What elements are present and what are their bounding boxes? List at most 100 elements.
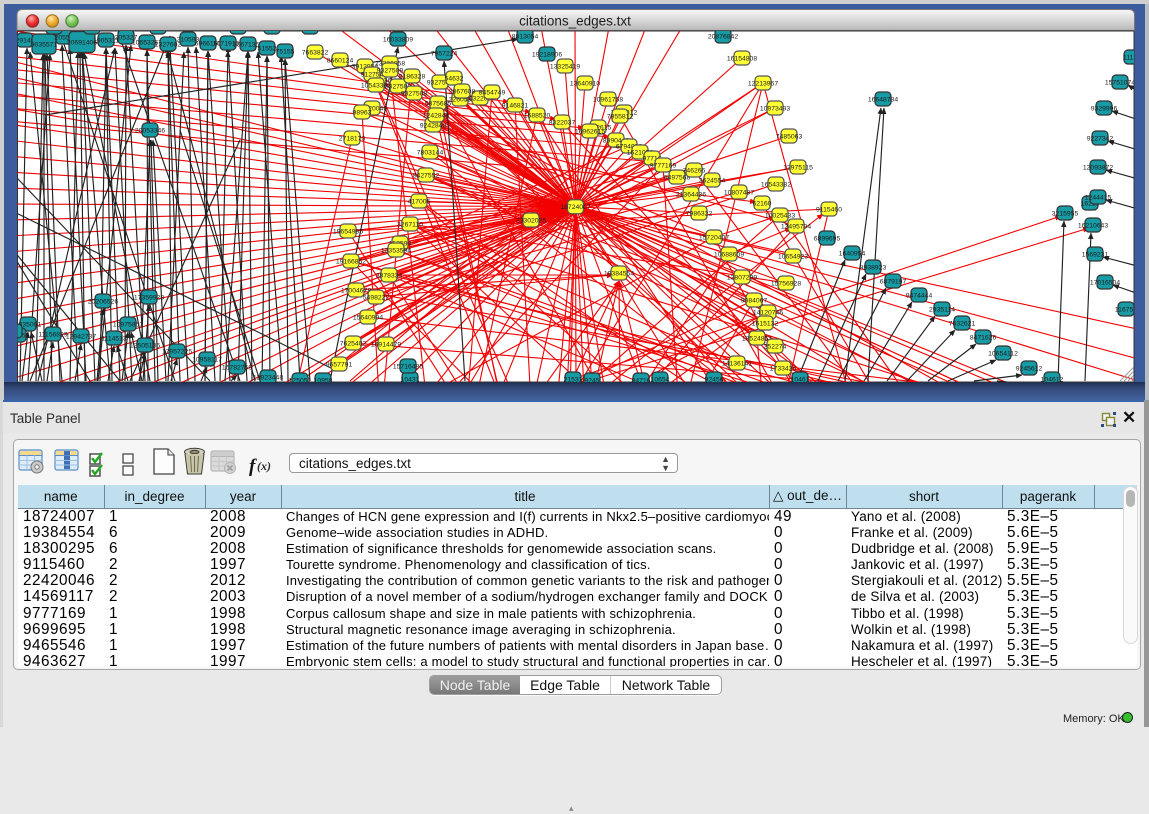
- svg-text:5498222: 5498222: [363, 295, 390, 302]
- svg-text:f: f: [249, 456, 257, 477]
- svg-text:2718170: 2718170: [339, 136, 366, 143]
- svg-text:12923448: 12923448: [253, 375, 283, 382]
- svg-text:8454749: 8454749: [479, 90, 506, 97]
- svg-text:10654923: 10654923: [778, 254, 808, 261]
- svg-text:9146821: 9146821: [502, 103, 529, 110]
- svg-text:8471626: 8471626: [970, 335, 997, 342]
- svg-text:17016504: 17016504: [1090, 280, 1120, 287]
- svg-text:746266: 746266: [683, 168, 706, 175]
- svg-text:9327508: 9327508: [401, 91, 428, 98]
- svg-text:9242848: 9242848: [420, 123, 447, 130]
- svg-text:7957224: 7957224: [431, 51, 458, 58]
- svg-text:18724007: 18724007: [560, 204, 590, 211]
- svg-text:17004678: 17004678: [341, 288, 371, 295]
- svg-text:9084067: 9084067: [741, 298, 768, 305]
- svg-text:98963: 98963: [353, 110, 372, 117]
- svg-text:15756928: 15756928: [771, 281, 801, 288]
- svg-text:1640954: 1640954: [839, 251, 866, 258]
- svg-text:16210643: 16210643: [1078, 223, 1108, 230]
- svg-text:14136141: 14136141: [722, 361, 752, 368]
- svg-text:23302025: 23302025: [516, 218, 546, 225]
- svg-text:252274: 252274: [764, 344, 787, 351]
- svg-text:9245612: 9245612: [1016, 366, 1043, 373]
- svg-text:15716485: 15716485: [393, 364, 423, 371]
- svg-text:8938923: 8938923: [860, 265, 887, 272]
- svg-text:13353594: 13353594: [381, 248, 411, 255]
- svg-text:10958117: 10958117: [192, 357, 222, 364]
- svg-text:9115460: 9115460: [816, 207, 842, 214]
- svg-text:10654112: 10654112: [988, 351, 1018, 358]
- svg-text:7803144: 7803144: [417, 150, 444, 157]
- svg-text:21364436: 21364436: [676, 192, 706, 199]
- svg-text:19218906: 19218906: [532, 52, 562, 59]
- svg-text:13640910: 13640910: [570, 81, 600, 88]
- svg-text:1569231: 1569231: [1082, 252, 1109, 259]
- svg-text:19384554: 19384554: [604, 271, 634, 278]
- svg-text:9329996: 9329996: [1091, 106, 1118, 113]
- svg-text:54632: 54632: [445, 76, 464, 83]
- svg-text:10543362: 10543362: [361, 83, 391, 90]
- svg-text:3878334: 3878334: [376, 273, 403, 280]
- svg-text:3215955: 3215955: [1052, 211, 1079, 218]
- svg-text:16782759: 16782759: [222, 365, 252, 372]
- svg-text:9777169: 9777169: [650, 163, 677, 170]
- svg-text:7955812: 7955812: [607, 114, 634, 121]
- svg-text:10807487: 10807487: [724, 190, 754, 197]
- svg-text:12093872: 12093872: [1083, 165, 1113, 172]
- svg-text:7632621: 7632621: [949, 321, 976, 328]
- svg-text:10025433: 10025433: [765, 213, 795, 220]
- svg-text:13807299: 13807299: [727, 275, 757, 282]
- svg-text:10975857: 10975857: [113, 322, 143, 329]
- svg-text:9227342: 9227342: [1087, 136, 1114, 143]
- svg-text:1244415: 1244415: [1085, 195, 1112, 202]
- svg-text:citations_edges.txt: citations_edges.txt: [519, 14, 631, 29]
- svg-text:11156829: 11156829: [38, 332, 67, 339]
- svg-text:6899695: 6899695: [814, 236, 841, 243]
- svg-text:1114513: 1114513: [101, 336, 127, 343]
- svg-text:8427552: 8427552: [413, 173, 440, 180]
- svg-text:12505135: 12505135: [130, 343, 160, 350]
- svg-text:17359928: 17359928: [134, 295, 164, 302]
- svg-text:17957225: 17957225: [162, 349, 192, 356]
- svg-text:8186328: 8186328: [399, 74, 426, 81]
- svg-text:7625402: 7625402: [340, 341, 367, 348]
- svg-text:15751074: 15751074: [1105, 80, 1135, 87]
- svg-text:1588520: 1588520: [524, 113, 551, 120]
- svg-text:10961758: 10961758: [593, 97, 623, 104]
- svg-text:2867608: 2867608: [449, 89, 476, 96]
- svg-text:10688609: 10688609: [714, 252, 744, 259]
- svg-text:1242848: 1242848: [423, 113, 450, 120]
- svg-text:16543382: 16543382: [761, 182, 791, 189]
- svg-text:12975115: 12975115: [783, 165, 813, 172]
- svg-text:417006: 417006: [408, 199, 431, 206]
- svg-text:10973493: 10973493: [760, 106, 790, 113]
- svg-text:15720407: 15720407: [699, 235, 729, 242]
- svg-text:20876842: 20876842: [708, 34, 738, 41]
- svg-text:20053346: 20053346: [135, 128, 165, 135]
- svg-text:9657791: 9657791: [326, 362, 353, 369]
- svg-text:9474444: 9474444: [906, 293, 933, 300]
- svg-text:(x): (x): [257, 459, 271, 473]
- svg-text:16154808: 16154808: [727, 56, 757, 63]
- svg-text:15640994: 15640994: [353, 315, 383, 322]
- svg-text:19654985: 19654985: [333, 229, 363, 236]
- svg-text:12213967: 12213967: [748, 81, 778, 88]
- svg-text:16033809: 16033809: [383, 37, 413, 44]
- svg-text:9035571: 9035571: [31, 42, 58, 49]
- svg-text:2935114: 2935114: [929, 307, 955, 314]
- svg-text:1733426: 1733426: [770, 366, 797, 373]
- svg-text:116753: 116753: [1115, 307, 1137, 314]
- svg-text:7663822: 7663822: [302, 50, 329, 57]
- svg-text:16962615: 16962615: [575, 129, 605, 136]
- svg-text:8322037: 8322037: [549, 120, 576, 127]
- svg-text:7485063: 7485063: [776, 134, 803, 141]
- svg-text:20206526: 20206526: [88, 299, 118, 306]
- svg-text:12942737: 12942737: [66, 334, 96, 341]
- svg-text:16648784: 16648784: [868, 97, 898, 104]
- svg-text:3624554: 3624554: [699, 178, 726, 185]
- svg-text:75155: 75155: [276, 49, 295, 56]
- svg-text:13325419: 13325419: [550, 64, 580, 71]
- svg-text:16914479: 16914479: [371, 342, 401, 349]
- svg-text:8813054: 8813054: [512, 34, 539, 41]
- svg-text:5875685: 5875685: [425, 101, 452, 108]
